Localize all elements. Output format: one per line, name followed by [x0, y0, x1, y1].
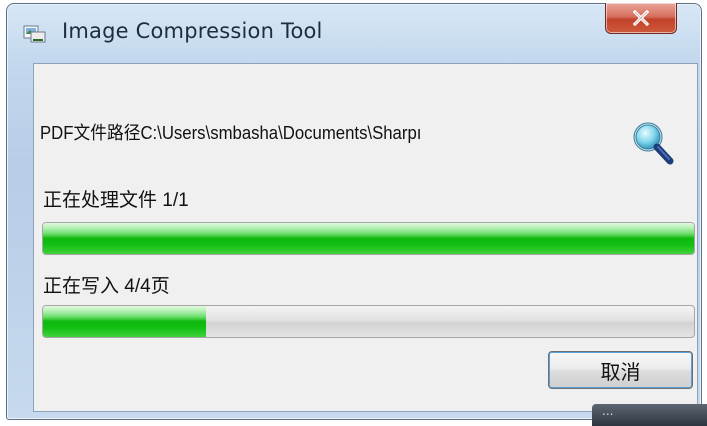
search-icon[interactable] — [630, 119, 676, 169]
page-progress-fill — [43, 306, 206, 337]
page-status-text: 正在写入 4/4页 — [43, 276, 170, 297]
pdf-path-label: PDF文件路径C:\Users\smbasha\Documents\Sharpı — [40, 123, 422, 143]
cancel-button[interactable]: 取消 — [548, 351, 693, 389]
close-icon — [632, 10, 650, 26]
title-bar[interactable]: Image Compression Tool — [7, 3, 701, 64]
window-title: Image Compression Tool — [62, 19, 323, 43]
dialog-body: PDF文件路径C:\Users\smbasha\Documents\Sharpı… — [33, 63, 698, 412]
page-progress-bar — [42, 305, 695, 338]
file-progress-bar — [42, 222, 695, 255]
close-button[interactable] — [605, 3, 677, 34]
app-icon — [23, 25, 46, 43]
file-status-text: 正在处理文件 1/1 — [43, 190, 189, 211]
taskbar-corner: ... — [592, 404, 707, 426]
taskbar-overflow-text: ... — [602, 404, 614, 418]
file-progress-fill — [43, 223, 694, 254]
dialog-window: Image Compression Tool PDF文件路径C:\Users\s… — [6, 3, 702, 420]
